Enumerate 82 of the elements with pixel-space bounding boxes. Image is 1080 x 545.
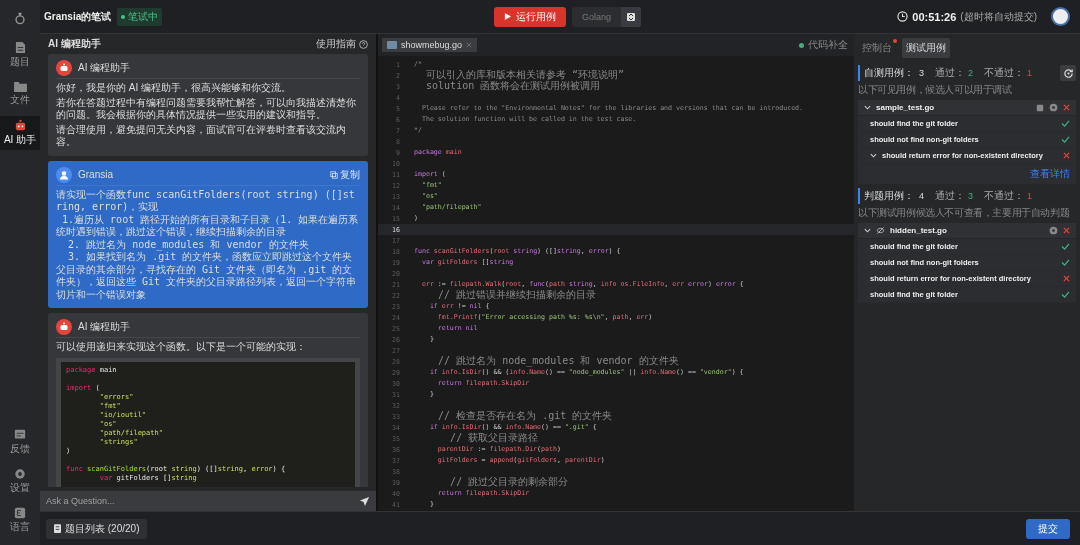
message-text: 请实现一个函数func scanGitFolders(root string) ([]string, error)，实现 1.遍历从 root 路径开始的所有目录和子目录（1. 如果在遍历系统时遇到错误，跳过这个错误，继续扫描剩余的目录 2. 跳过名为 node_modules 和 vendor 的文件夹 3. 如果找到名为 .git 的文件夹，函数应立即跳过这个文件夹父目录的其余部分，寻找存在的 Git 文件夹（即名为 .git 的文件夹），返回这些 Git 文件夹的父目录路径列表，返回一个字符串切片和一个错误对象	[56, 188, 360, 301]
fail-label: 不通过：	[984, 189, 1025, 203]
test-file-name[interactable]: sample_test.go	[876, 103, 935, 112]
document-icon	[14, 41, 26, 54]
panel-tab[interactable]: 测试用例	[902, 38, 950, 58]
sidebar-item[interactable]: 文件	[0, 78, 40, 110]
robot-avatar-icon	[56, 60, 72, 76]
user-avatar-icon	[56, 166, 72, 183]
message-text: 可以使用递归来实现这个函数。以下是一个可能的实现：	[56, 341, 307, 354]
countdown-timer: 00:51:26	[912, 10, 957, 23]
section-note: 以下测试用例候选人不可查看，主要用于自动判题	[858, 206, 1071, 220]
problem-list-button[interactable]: 题目列表 (20/20)	[46, 518, 148, 539]
file-icon	[387, 41, 397, 49]
guide-link[interactable]: 使用指南	[316, 37, 368, 51]
sidebar-item[interactable]: 反馈	[0, 426, 40, 459]
document-icon[interactable]	[1036, 103, 1044, 112]
code-line: // 检查是否存在名为 .git 的文件夹	[437, 410, 613, 423]
chevron-icon[interactable]	[864, 104, 871, 111]
delete-icon[interactable]	[1063, 104, 1070, 111]
chevron-icon[interactable]	[870, 152, 877, 159]
pass-count: 2	[968, 68, 974, 78]
folder-icon	[13, 81, 27, 92]
case-count: 3	[919, 68, 924, 78]
code-line: // 跳过名为 node_modules 和 vendor 的文件夹	[437, 355, 679, 368]
pass-label: 通过：	[935, 66, 965, 80]
delete-icon[interactable]	[1063, 227, 1070, 234]
sidebar-item[interactable]: 题目	[0, 38, 40, 72]
details-link[interactable]: 查看详情	[1030, 167, 1070, 181]
sender-name: AI 编程助手	[78, 320, 131, 334]
feedback-icon	[14, 429, 26, 441]
robot-avatar-icon	[56, 319, 72, 335]
avatar[interactable]	[1051, 7, 1070, 26]
run-button[interactable]: 运行用例	[494, 6, 566, 27]
code-line: // 跳过错误并继续扫描剩余的目录	[437, 289, 597, 302]
copy-icon	[330, 170, 338, 179]
settings-icon	[14, 468, 26, 480]
fail-count: 1	[1027, 68, 1033, 78]
settings-icon[interactable]	[1049, 226, 1058, 235]
logo-icon	[13, 10, 27, 26]
status-badge: 笔试中	[117, 7, 163, 26]
test-file-name[interactable]: hidden_test.go	[890, 226, 947, 235]
copy-button[interactable]: 复制	[330, 167, 360, 182]
dropdown-icon	[627, 12, 636, 21]
autocomplete-status[interactable]: 代码补全	[799, 38, 848, 52]
sidebar-item[interactable]: 语言	[0, 504, 40, 537]
message-text: 若你在答题过程中有编程问题需要我帮忙解答，可以向我描述清楚你的问题。我会根据你的具体情况提供一些实用的建议和指导。	[56, 96, 357, 122]
sender-name: Gransia	[78, 169, 113, 180]
message-text: 请合理使用，避免提问无关内容，面试官可在评卷时查看该交流内容。	[56, 123, 347, 149]
code-line: // 获取父目录路径	[449, 432, 539, 445]
robot-icon	[13, 119, 27, 132]
code-line: // 跳过父目录的剩余部分	[449, 476, 569, 489]
help-icon	[359, 39, 368, 49]
section-title: 自测用例：	[864, 66, 914, 80]
refresh-button[interactable]	[1060, 65, 1076, 81]
fail-count: 1	[1027, 191, 1033, 201]
case-count: 4	[919, 191, 924, 201]
chevron-icon[interactable]	[864, 227, 871, 234]
sender-name: AI 编程助手	[78, 61, 131, 75]
clock-icon	[897, 11, 909, 22]
code-line: 可以引入的库和版本相关请参考 “环境说明”	[425, 69, 625, 80]
panel-tab[interactable]: 控制台	[858, 38, 896, 58]
message-text: 你好，我是你的 AI 编程助手，很高兴能够和你交流。	[56, 82, 292, 95]
pass-label: 通过：	[935, 189, 965, 203]
pass-count: 3	[968, 191, 974, 201]
refresh-icon	[1062, 67, 1074, 79]
section-title: 判题用例：	[864, 189, 914, 203]
section-note: 以下可见用例，候选人可以用于调试	[858, 83, 1013, 97]
code-line: solution 函数将会在测试用例被调用	[425, 80, 601, 93]
timer-note: (超时将自动提交)	[960, 9, 1037, 24]
exam-title: Gransia的笔试	[44, 9, 112, 24]
play-icon	[504, 13, 511, 20]
file-tab[interactable]: showmebug.go	[382, 38, 478, 52]
sidebar-item[interactable]: AI 助手	[0, 116, 40, 150]
dropdown-button[interactable]	[621, 6, 642, 27]
submit-button[interactable]: 提交	[1026, 518, 1070, 539]
send-icon[interactable]	[359, 495, 370, 507]
fail-label: 不通过：	[984, 66, 1025, 80]
sidebar-item[interactable]: 设置	[0, 465, 40, 498]
panel-title: AI 编程助手	[48, 37, 101, 51]
list-icon	[54, 524, 61, 533]
settings-icon[interactable]	[1049, 103, 1058, 112]
language-icon	[14, 507, 26, 519]
